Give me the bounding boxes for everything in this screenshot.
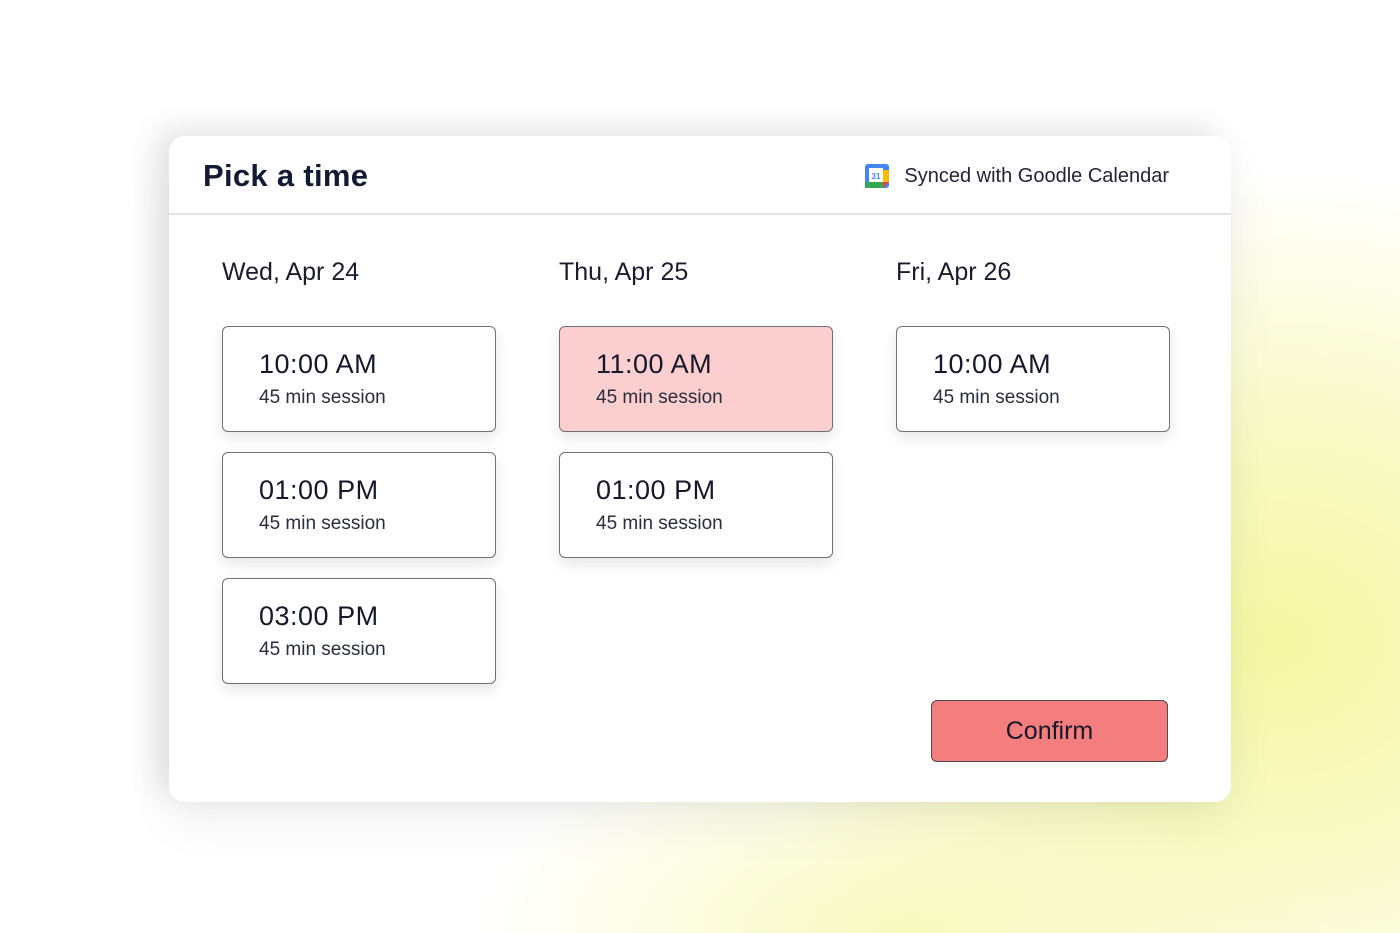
slot-time: 01:00 PM [259,475,379,505]
day-column-thu-apr-25: Thu, Apr 25 11:00 AM 45 min session 01:0… [559,256,833,578]
time-slot-thu-1100am-selected[interactable]: 11:00 AM 45 min session [559,326,833,432]
slot-time: 10:00 AM [933,349,1052,379]
slot-duration: 45 min session [596,387,723,408]
slot-time: 01:00 PM [596,475,716,505]
day-column-wed-apr-24: Wed, Apr 24 10:00 AM 45 min session 01:0… [222,256,496,704]
slot-duration: 45 min session [596,513,723,534]
slot-time: 03:00 PM [259,601,379,631]
time-slot-wed-0300pm[interactable]: 03:00 PM 45 min session [222,578,496,684]
slot-duration: 45 min session [933,387,1060,408]
google-calendar-icon: 31 [865,164,890,188]
day-column-fri-apr-26: Fri, Apr 26 10:00 AM 45 min session [896,256,1170,452]
calendar-icon-day: 31 [872,172,881,181]
card-header: Pick a time 31 Synced with Goodle Calend… [169,136,1231,215]
time-slot-wed-1000am[interactable]: 10:00 AM 45 min session [222,326,496,432]
confirm-button[interactable]: Confirm [931,700,1168,762]
day-heading: Thu, Apr 25 [559,258,689,286]
slot-time: 11:00 AM [596,349,713,379]
slot-duration: 45 min session [259,639,386,660]
day-heading: Wed, Apr 24 [222,258,360,286]
page-title: Pick a time [203,158,369,193]
slot-duration: 45 min session [259,513,386,534]
time-slot-thu-0100pm[interactable]: 01:00 PM 45 min session [559,452,833,558]
time-slot-wed-0100pm[interactable]: 01:00 PM 45 min session [222,452,496,558]
scheduler-card: Pick a time 31 Synced with Goodle Calend… [169,136,1231,802]
time-slot-fri-1000am[interactable]: 10:00 AM 45 min session [896,326,1170,432]
slot-time: 10:00 AM [259,349,378,379]
calendar-sync-status: 31 Synced with Goodle Calendar [864,163,1169,189]
day-heading: Fri, Apr 26 [896,258,1012,286]
sync-label: Synced with Goodle Calendar [904,164,1169,187]
slot-duration: 45 min session [259,387,386,408]
